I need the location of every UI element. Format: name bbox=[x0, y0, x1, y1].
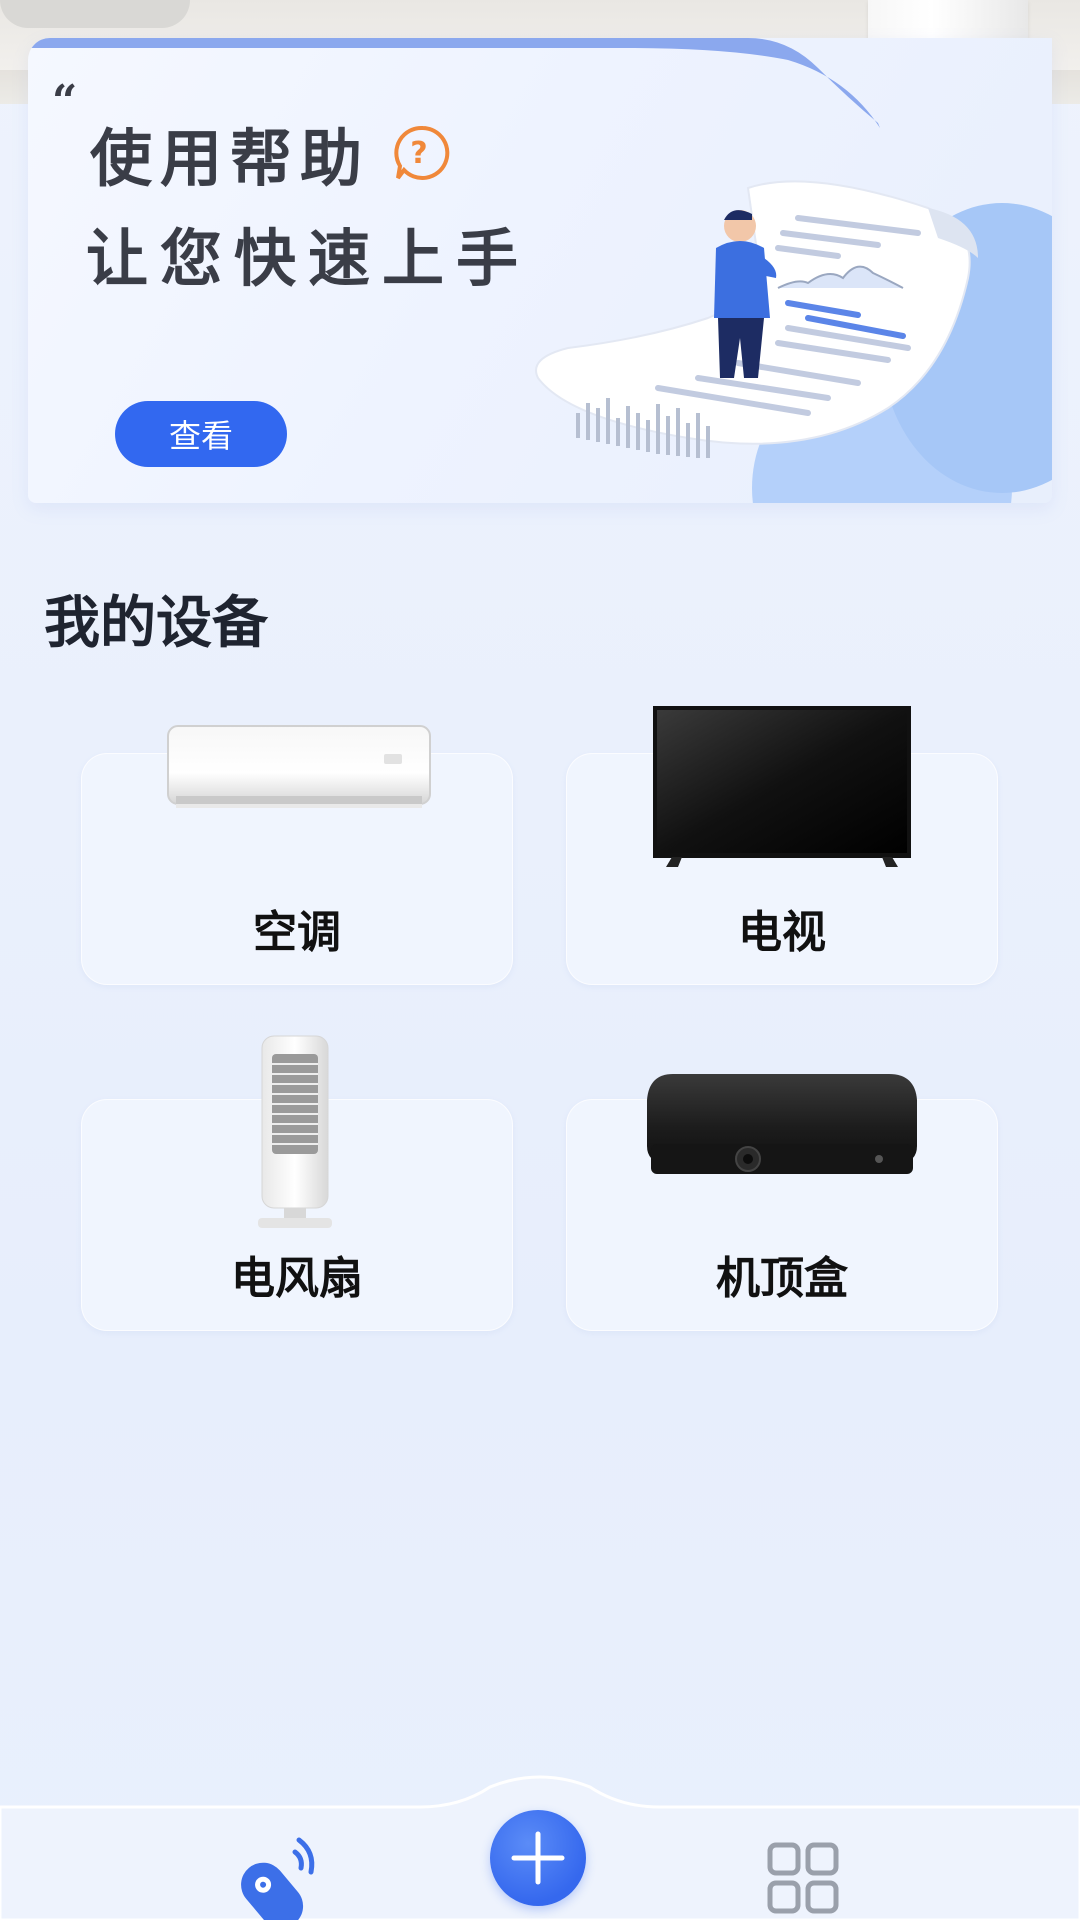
banner-title-text: 使用帮助 bbox=[90, 122, 371, 195]
quote-mark: “ bbox=[52, 76, 78, 127]
view-help-button[interactable]: 查看 bbox=[115, 401, 287, 467]
question-bubble-icon: ? bbox=[394, 124, 452, 182]
device-label: 电视 bbox=[738, 907, 826, 958]
device-label: 机顶盒 bbox=[716, 1253, 848, 1304]
banner-subtitle: 让您快速上手 bbox=[86, 222, 531, 295]
air-conditioner-image bbox=[167, 725, 431, 808]
banner-title: 使用帮助 ? bbox=[90, 108, 452, 198]
grid-apps-icon[interactable] bbox=[767, 1842, 839, 1914]
app-screen: “ 使用帮助 ? 让您快速上手 查看 我的设备 空调 电视 电风扇 机顶盒 bbox=[0, 0, 1080, 1920]
device-label: 空调 bbox=[253, 907, 341, 958]
remote-control-icon[interactable] bbox=[225, 1832, 325, 1920]
device-label: 电风扇 bbox=[231, 1253, 363, 1304]
set-top-box-image bbox=[647, 1074, 917, 1174]
add-device-button[interactable] bbox=[490, 1810, 586, 1906]
help-document-illustration bbox=[535, 180, 978, 458]
add-icon bbox=[511, 1831, 565, 1885]
svg-text:?: ? bbox=[410, 136, 435, 171]
room-object bbox=[0, 0, 190, 28]
fan-heater-image bbox=[258, 1035, 332, 1228]
help-banner[interactable]: “ 使用帮助 ? 让您快速上手 查看 bbox=[28, 38, 1052, 503]
tv-image bbox=[653, 706, 911, 867]
my-devices-title: 我的设备 bbox=[44, 591, 268, 656]
